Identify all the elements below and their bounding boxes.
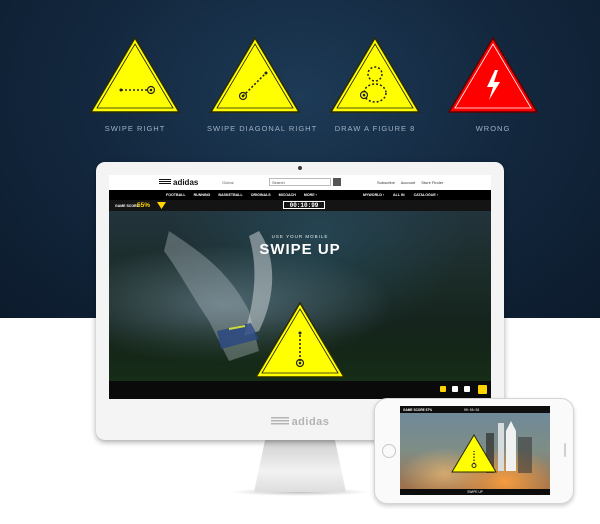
cart-icon[interactable] [478, 385, 487, 394]
gesture-figure-eight: DRAW A FIGURE 8 [327, 34, 423, 133]
gesture-label: SWIPE DIAGONAL RIGHT [207, 124, 318, 133]
gesture-label: WRONG [475, 124, 511, 133]
share-icon[interactable] [452, 386, 458, 392]
gesture-label: DRAW A FIGURE 8 [334, 124, 416, 133]
gesture-wrong: WRONG [445, 34, 541, 133]
desktop-screen: adidas Global Search Subscribe Account S… [109, 175, 491, 399]
phone-swipe-up-icon [451, 434, 497, 473]
swipe-diagonal-icon [209, 36, 301, 113]
imac-stand [254, 440, 346, 492]
swipe-right-icon [89, 36, 181, 113]
phone-topbar: GAME SCORE 57% 00:08:56 [400, 406, 550, 413]
settings-icon[interactable] [464, 386, 470, 392]
phone-timer: 00:08:56 [464, 407, 480, 412]
phone-score: GAME SCORE 57% [403, 407, 433, 412]
camera-icon [298, 166, 302, 170]
home-button-icon[interactable] [382, 444, 396, 458]
chin-brand: adidas [291, 416, 330, 428]
use-mobile-text: USE YOUR MOBILE [271, 234, 329, 239]
sound-icon[interactable] [440, 386, 446, 392]
phone-screen: GAME SCORE 57% 00:08:56 SWIPE UP [400, 406, 550, 495]
figure-eight-icon [329, 36, 421, 113]
gesture-label: SWIPE RIGHT [104, 124, 166, 133]
speaker-icon [564, 443, 566, 457]
hero-title: SWIPE UP [259, 241, 341, 258]
lightning-bolt-icon [447, 36, 539, 113]
gesture-swipe-diagonal-right: SWIPE DIAGONAL RIGHT [207, 34, 318, 133]
iphone: GAME SCORE 57% 00:08:56 SWIPE UP [374, 398, 574, 504]
bottom-toolbar [109, 381, 491, 399]
hero-text: USE YOUR MOBILE SWIPE UP [109, 175, 491, 399]
adidas-stripes-icon [270, 417, 289, 426]
phone-caption: SWIPE UP [400, 489, 550, 495]
rocket-launch-image [400, 413, 550, 489]
gesture-swipe-right: SWIPE RIGHT [87, 34, 183, 133]
